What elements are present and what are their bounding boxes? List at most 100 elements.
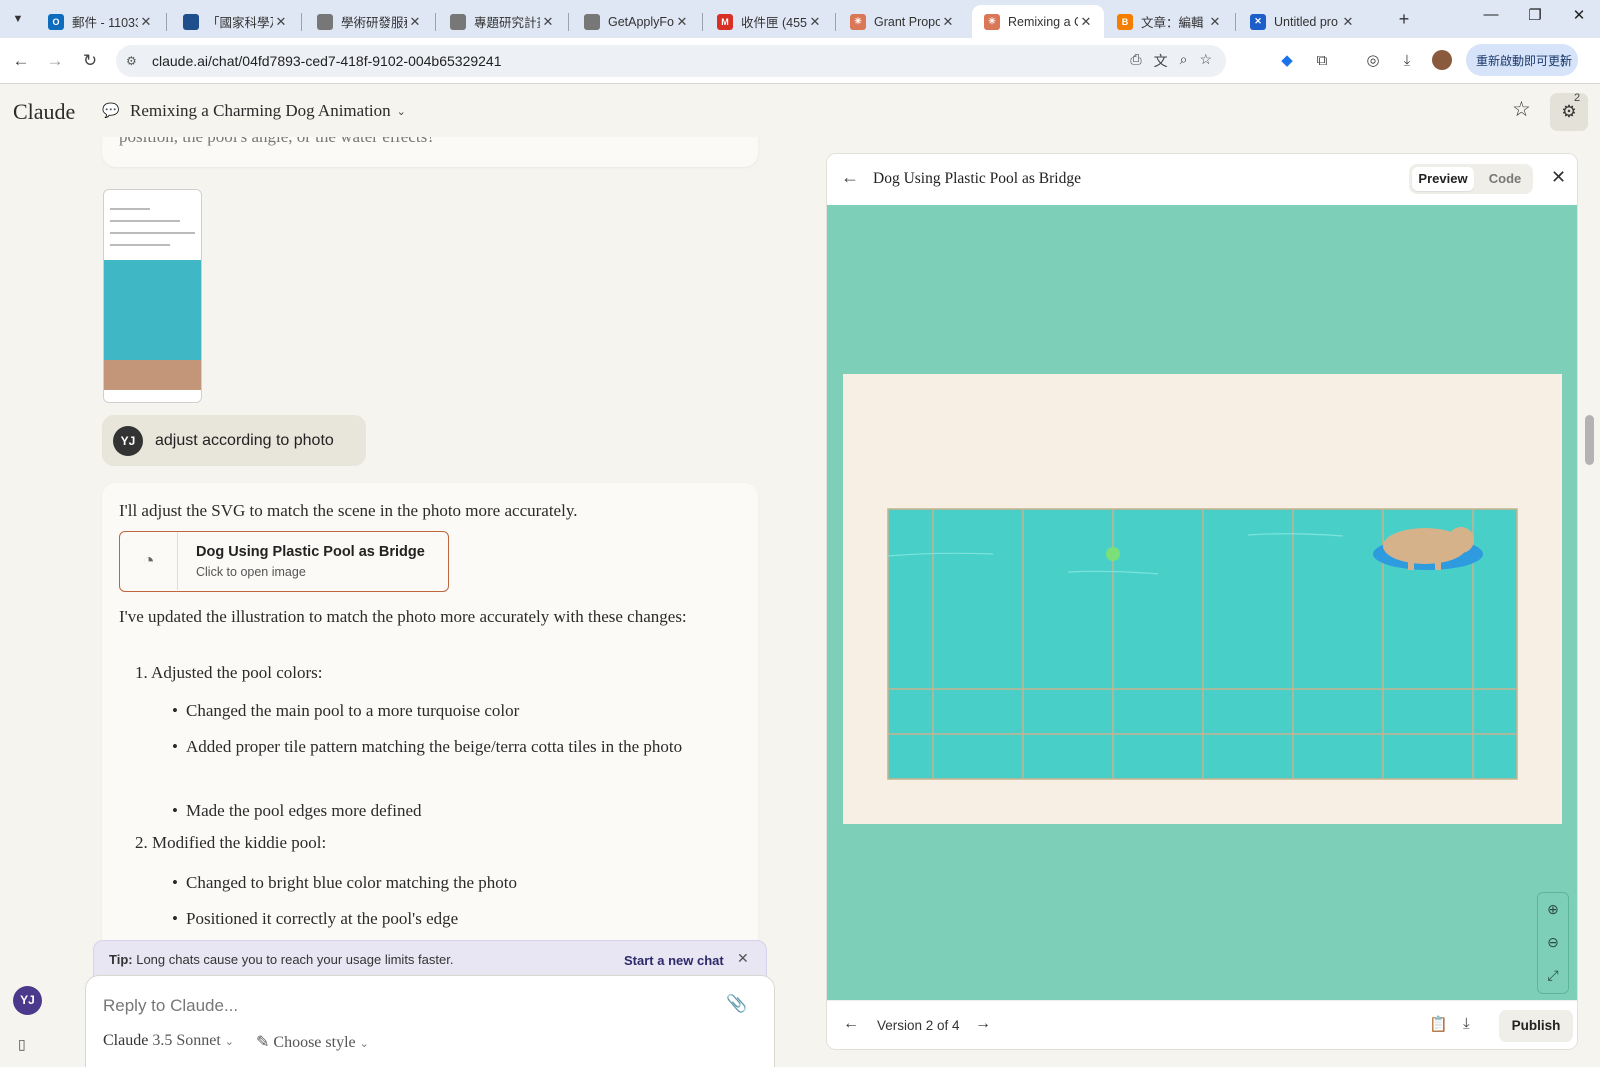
thumbnail-footer <box>104 390 201 402</box>
browser-tab[interactable]: 專題研究計畫✕ <box>438 5 566 38</box>
browser-tab[interactable]: 「國家科學及✕ <box>171 5 299 38</box>
browser-tab[interactable]: ✳ Remixing a C ✕ <box>972 5 1104 38</box>
artifact-panel-header: ← Dog Using Plastic Pool as Bridge Previ… <box>827 154 1577 205</box>
tab-separator <box>1235 13 1236 31</box>
zoom-icon[interactable]: ⌕ <box>1180 51 1188 71</box>
list-item: Positioned it correctly at the pool's ed… <box>172 905 726 933</box>
close-icon[interactable]: ✕ <box>737 950 749 967</box>
chat-title-dropdown[interactable]: 💬 Remixing a Charming Dog Animation ⌄ <box>102 101 406 121</box>
style-selector[interactable]: ✎ Choose style ⌄ <box>256 1032 369 1052</box>
favorite-star-icon[interactable]: ☆ <box>1512 97 1531 122</box>
tab-close-icon[interactable]: ✕ <box>407 14 423 30</box>
tab-favicon-icon: ✳ <box>850 13 866 30</box>
tab-code[interactable]: Code <box>1483 167 1527 191</box>
artifact-panel: ← Dog Using Plastic Pool as Bridge Previ… <box>826 153 1578 1050</box>
tab-separator <box>835 13 836 31</box>
new-tab-plus-icon[interactable]: + <box>1392 8 1416 30</box>
artifact-card-title: Dog Using Plastic Pool as Bridge <box>196 544 425 560</box>
tip-text: Tip: Long chats cause you to reach your … <box>109 952 453 967</box>
browser-tab[interactable]: GetApplyFor ✕ <box>572 5 700 38</box>
window-close-icon[interactable]: ✕ <box>1564 6 1594 24</box>
forward-arrow-icon[interactable]: → <box>43 49 67 73</box>
ball <box>1106 547 1120 561</box>
paperclip-icon[interactable]: 📎 <box>726 994 747 1014</box>
account-avatar[interactable]: YJ <box>13 986 42 1015</box>
tip-banner: Tip: Long chats cause you to reach your … <box>93 940 767 978</box>
tab-favicon-icon: B <box>1117 13 1133 30</box>
browser-tab[interactable]: ✳ Grant Propo ✕ <box>838 5 966 38</box>
tab-close-icon[interactable]: ✕ <box>1207 14 1223 30</box>
site-info-icon[interactable]: ⚙ <box>126 54 144 68</box>
chat-settings-button[interactable]: ⚙ <box>1550 93 1588 131</box>
previous-version-arrow-icon[interactable]: ← <box>843 1015 859 1033</box>
thumbnail-pool-photo <box>104 260 201 360</box>
tab-close-icon[interactable]: ✕ <box>138 14 154 30</box>
tab-separator <box>301 13 302 31</box>
chat-bubble-icon: 💬 <box>102 103 120 119</box>
chevron-down-icon: ⌄ <box>396 105 406 118</box>
thumbnail-header <box>104 190 201 260</box>
back-arrow-icon[interactable]: ← <box>9 49 33 73</box>
tab-title: 文章：編輯 <box>1141 16 1204 30</box>
translate-icon[interactable]: 文 <box>1154 51 1168 71</box>
address-bar[interactable]: ⚙ claude.ai/chat/04fd7893-ced7-418f-9102… <box>116 45 1226 77</box>
close-icon[interactable]: ✕ <box>1551 167 1566 188</box>
browser-tab[interactable]: O 郵件 - 11033 ✕ <box>36 5 164 38</box>
back-arrow-icon[interactable]: ← <box>841 167 859 188</box>
reply-composer[interactable]: Reply to Claude... 📎 Claude 3.5 Sonnet ⌄… <box>85 975 775 1067</box>
chat-title: Remixing a Charming Dog Animation <box>130 101 391 120</box>
browser-tab-bar: ▼ O郵件 - 11033✕「國家科學及✕學術研發服務✕專題研究計畫✕GetAp… <box>0 0 1600 38</box>
reply-input[interactable]: Reply to Claude... <box>103 996 238 1016</box>
extension-blue-icon[interactable]: ◆ <box>1276 50 1298 72</box>
update-button[interactable]: 重新啟動即可更新 ⋮ <box>1466 44 1578 76</box>
more-menu-icon[interactable]: ⋮ <box>1555 51 1570 69</box>
tab-search-chevron-icon[interactable]: ▼ <box>6 8 30 30</box>
claude-logo[interactable]: Claude <box>13 99 75 125</box>
chevron-down-icon: ⌄ <box>224 1036 234 1048</box>
install-app-icon[interactable]: ⎙ <box>1130 51 1141 71</box>
tab-close-icon[interactable]: ✕ <box>1340 14 1356 30</box>
browser-tab[interactable]: 學術研發服務✕ <box>305 5 433 38</box>
pen-style-icon: ✎ <box>256 1034 270 1051</box>
tab-title: 「國家科學及 <box>207 16 273 30</box>
fullscreen-icon[interactable]: ⤢ <box>1538 959 1568 992</box>
tab-close-icon[interactable]: ✕ <box>940 14 956 30</box>
attached-screenshot-thumbnail[interactable] <box>103 189 202 403</box>
tab-close-icon[interactable]: ✕ <box>674 14 690 30</box>
artifact-title: Dog Using Plastic Pool as Bridge <box>873 170 1081 187</box>
tab-close-icon[interactable]: ✕ <box>540 14 556 30</box>
dog-pool-illustration <box>843 374 1562 824</box>
tab-close-icon[interactable]: ✕ <box>1078 14 1094 30</box>
next-version-arrow-icon[interactable]: → <box>975 1015 991 1033</box>
zoom-out-icon[interactable]: ⊖ <box>1538 926 1568 959</box>
page-scrollbar[interactable] <box>1585 415 1594 465</box>
artifact-card[interactable]: ◔ Dog Using Plastic Pool as Bridge Click… <box>119 531 449 592</box>
extensions-puzzle-icon[interactable]: ⧉ <box>1311 50 1333 72</box>
view-toggle: Preview Code <box>1409 164 1533 194</box>
restore-icon[interactable]: ❐ <box>1520 6 1550 24</box>
tab-close-icon[interactable]: ✕ <box>807 14 823 30</box>
tab-preview[interactable]: Preview <box>1412 167 1474 191</box>
reload-icon[interactable]: ↻ <box>78 49 102 73</box>
publish-button[interactable]: Publish <box>1499 1010 1573 1042</box>
browser-tab[interactable]: ✕ Untitled pro ✕ <box>1238 5 1366 38</box>
model-selector[interactable]: Claude 3.5 Sonnet ⌄ <box>103 1032 234 1050</box>
minimize-icon[interactable]: — <box>1476 6 1506 23</box>
user-avatar: YJ <box>113 425 143 456</box>
sidebar-toggle-icon[interactable]: ▯ <box>18 1036 26 1053</box>
bookmark-star-icon[interactable]: ☆ <box>1199 51 1212 71</box>
downloads-icon[interactable]: ⤓ <box>1396 50 1418 72</box>
performance-icon[interactable]: ◎ <box>1362 50 1384 72</box>
zoom-in-icon[interactable]: ⊕ <box>1538 893 1568 926</box>
tab-close-icon[interactable]: ✕ <box>273 14 289 30</box>
copy-clipboard-icon[interactable]: 📋 <box>1429 1015 1448 1033</box>
start-new-chat-link[interactable]: Start a new chat <box>624 953 724 968</box>
profile-avatar[interactable] <box>1432 50 1452 70</box>
list-heading: 1. Adjusted the pool colors: <box>135 663 323 682</box>
browser-tab[interactable]: M 收件匣 (455) ✕ <box>705 5 833 38</box>
download-icon[interactable]: ⤓ <box>1463 1015 1470 1032</box>
list-item: Added proper tile pattern matching the b… <box>172 733 726 761</box>
browser-tab[interactable]: B 文章：編輯 ✕ <box>1105 5 1233 38</box>
tab-favicon-icon: O <box>48 13 64 30</box>
tab-favicon-icon: M <box>717 13 733 30</box>
